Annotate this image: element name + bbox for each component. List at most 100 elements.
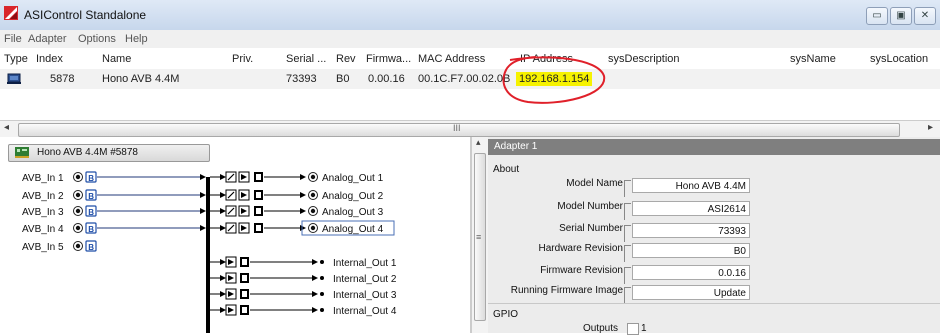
output-1-label: 1 xyxy=(641,323,647,334)
avb-badge-letter: B xyxy=(88,225,94,234)
model-number-value: ASI2614 xyxy=(632,201,750,216)
input-label: AVB_In 4 xyxy=(22,224,64,235)
input-connector-icon-dot xyxy=(75,174,81,180)
col-sysdescription[interactable]: sysDescription xyxy=(608,53,680,65)
analog-output-connector-icon-dot xyxy=(310,174,316,180)
mute-inner xyxy=(256,208,261,214)
vscroll-grip: ≡ xyxy=(476,232,482,242)
connector xyxy=(624,245,631,262)
menu-file[interactable]: File xyxy=(4,33,22,45)
outputs-label: Outputs xyxy=(582,323,618,334)
internal-output-label: Internal_Out 1 xyxy=(333,258,397,269)
mute-inner xyxy=(256,192,261,198)
internal-output-dot-icon xyxy=(320,308,324,312)
topology-vertical-scrollbar[interactable]: ▴ ≡ xyxy=(471,137,488,333)
minimize-button[interactable]: ▭ xyxy=(866,7,888,25)
scroll-up-icon[interactable]: ▴ xyxy=(476,137,481,148)
close-button[interactable]: ✕ xyxy=(914,7,936,25)
input-connector-icon-dot xyxy=(75,243,81,249)
analog-output-connector-icon-dot xyxy=(310,192,316,198)
analog-output-label: Analog_Out 2 xyxy=(322,191,384,202)
internal-output-label: Internal_Out 2 xyxy=(333,274,397,285)
hardware-revision-label: Hardware Revision xyxy=(538,243,623,254)
firmware-revision-value: 0.0.16 xyxy=(632,265,750,280)
cell-firmware: 0.00.16 xyxy=(368,73,405,85)
annotation-circle xyxy=(502,56,606,104)
route-arrow-icon xyxy=(220,174,226,180)
col-type[interactable]: Type xyxy=(4,53,28,65)
table-row[interactable]: 5878 Hono AVB 4.4M 73393 B0 0.00.16 00.1… xyxy=(0,69,940,89)
col-rev[interactable]: Rev xyxy=(336,53,356,65)
mute-inner xyxy=(242,291,247,297)
window-title: ASIControl Standalone xyxy=(24,8,147,22)
title-bar: ASIControl Standalone ▭ ▣ ✕ xyxy=(0,0,940,31)
topology-diagram: AVB_In 1 B AVB_In 2 B AVB_In 3 B AVB_In 4 B AVB_… xyxy=(22,171,397,333)
serial-number-label: Serial Number xyxy=(559,223,623,234)
analog-output-label: Analog_Out 3 xyxy=(322,207,384,218)
cell-name: Hono AVB 4.4M xyxy=(102,73,180,85)
input-connector-icon-dot xyxy=(75,192,81,198)
route-arrow-icon xyxy=(312,259,318,265)
mute-inner xyxy=(256,174,261,180)
col-syslocation[interactable]: sysLocation xyxy=(870,53,928,65)
input-label: AVB_In 5 xyxy=(22,242,64,253)
col-mac[interactable]: MAC Address xyxy=(418,53,485,65)
mute-inner xyxy=(256,225,261,231)
route-arrow-icon xyxy=(220,307,226,313)
scroll-right-icon[interactable]: ▸ xyxy=(928,122,933,133)
adapter-table-header: Type Index Name Priv. Serial ... Rev Fir… xyxy=(0,48,940,70)
col-priv[interactable]: Priv. xyxy=(232,53,253,65)
route-arrow-icon xyxy=(220,291,226,297)
avb-badge-letter: B xyxy=(88,208,94,217)
avb-badge-letter: B xyxy=(88,192,94,201)
connector xyxy=(624,267,631,284)
col-name[interactable]: Name xyxy=(102,53,131,65)
input-label: AVB_In 1 xyxy=(22,173,64,184)
hardware-revision-value: B0 xyxy=(632,243,750,258)
route-arrow-icon xyxy=(300,225,306,231)
col-firmware[interactable]: Firmwa... xyxy=(366,53,411,65)
gpio-section-label: GPIO xyxy=(493,309,519,320)
menu-options[interactable]: Options xyxy=(78,33,116,45)
mute-inner xyxy=(242,307,247,313)
model-name-label: Model Name xyxy=(566,178,623,189)
vertical-scroll-thumb[interactable]: ≡ xyxy=(474,153,486,321)
analog-output-label: Analog_Out 1 xyxy=(322,173,384,184)
model-name-value: Hono AVB 4.4M xyxy=(632,178,750,193)
route-arrow-icon xyxy=(312,275,318,281)
route-arrow-icon xyxy=(200,208,206,214)
route-arrow-icon xyxy=(312,291,318,297)
app-logo-icon xyxy=(4,6,18,20)
model-number-label: Model Number xyxy=(557,201,623,212)
running-firmware-image-label: Running Firmware Image xyxy=(510,285,623,296)
connector xyxy=(624,287,631,304)
serial-number-value: 73393 xyxy=(632,223,750,238)
col-index[interactable]: Index xyxy=(36,53,63,65)
analog-output-label: Analog_Out 4 xyxy=(322,224,384,235)
col-serial[interactable]: Serial ... xyxy=(286,53,326,65)
cell-index: 5878 xyxy=(50,73,75,85)
adapter-header: Adapter 1 xyxy=(488,139,940,155)
menu-adapter[interactable]: Adapter xyxy=(28,33,67,45)
internal-output-dot-icon xyxy=(320,260,324,264)
internal-output-dot-icon xyxy=(320,276,324,280)
analog-output-connector-icon-dot xyxy=(310,225,316,231)
maximize-button[interactable]: ▣ xyxy=(890,7,912,25)
connector xyxy=(624,180,631,197)
routing-bus xyxy=(206,177,210,333)
about-section-label: About xyxy=(493,164,520,175)
route-arrow-icon xyxy=(300,192,306,198)
horizontal-scroll-thumb[interactable]: III xyxy=(18,123,900,137)
menu-help[interactable]: Help xyxy=(125,33,148,45)
route-arrow-icon xyxy=(312,307,318,313)
output-1-checkbox[interactable] xyxy=(627,323,639,335)
avb-badge-letter: B xyxy=(88,243,94,252)
running-firmware-image-value: Update xyxy=(632,285,750,300)
col-sysname[interactable]: sysName xyxy=(790,53,836,65)
internal-output-dot-icon xyxy=(320,292,324,296)
connector xyxy=(624,203,631,220)
connector xyxy=(624,225,631,242)
scroll-left-icon[interactable]: ◂ xyxy=(4,122,9,133)
adapter-header-label: Adapter 1 xyxy=(494,141,538,152)
internal-output-label: Internal_Out 3 xyxy=(333,290,397,301)
